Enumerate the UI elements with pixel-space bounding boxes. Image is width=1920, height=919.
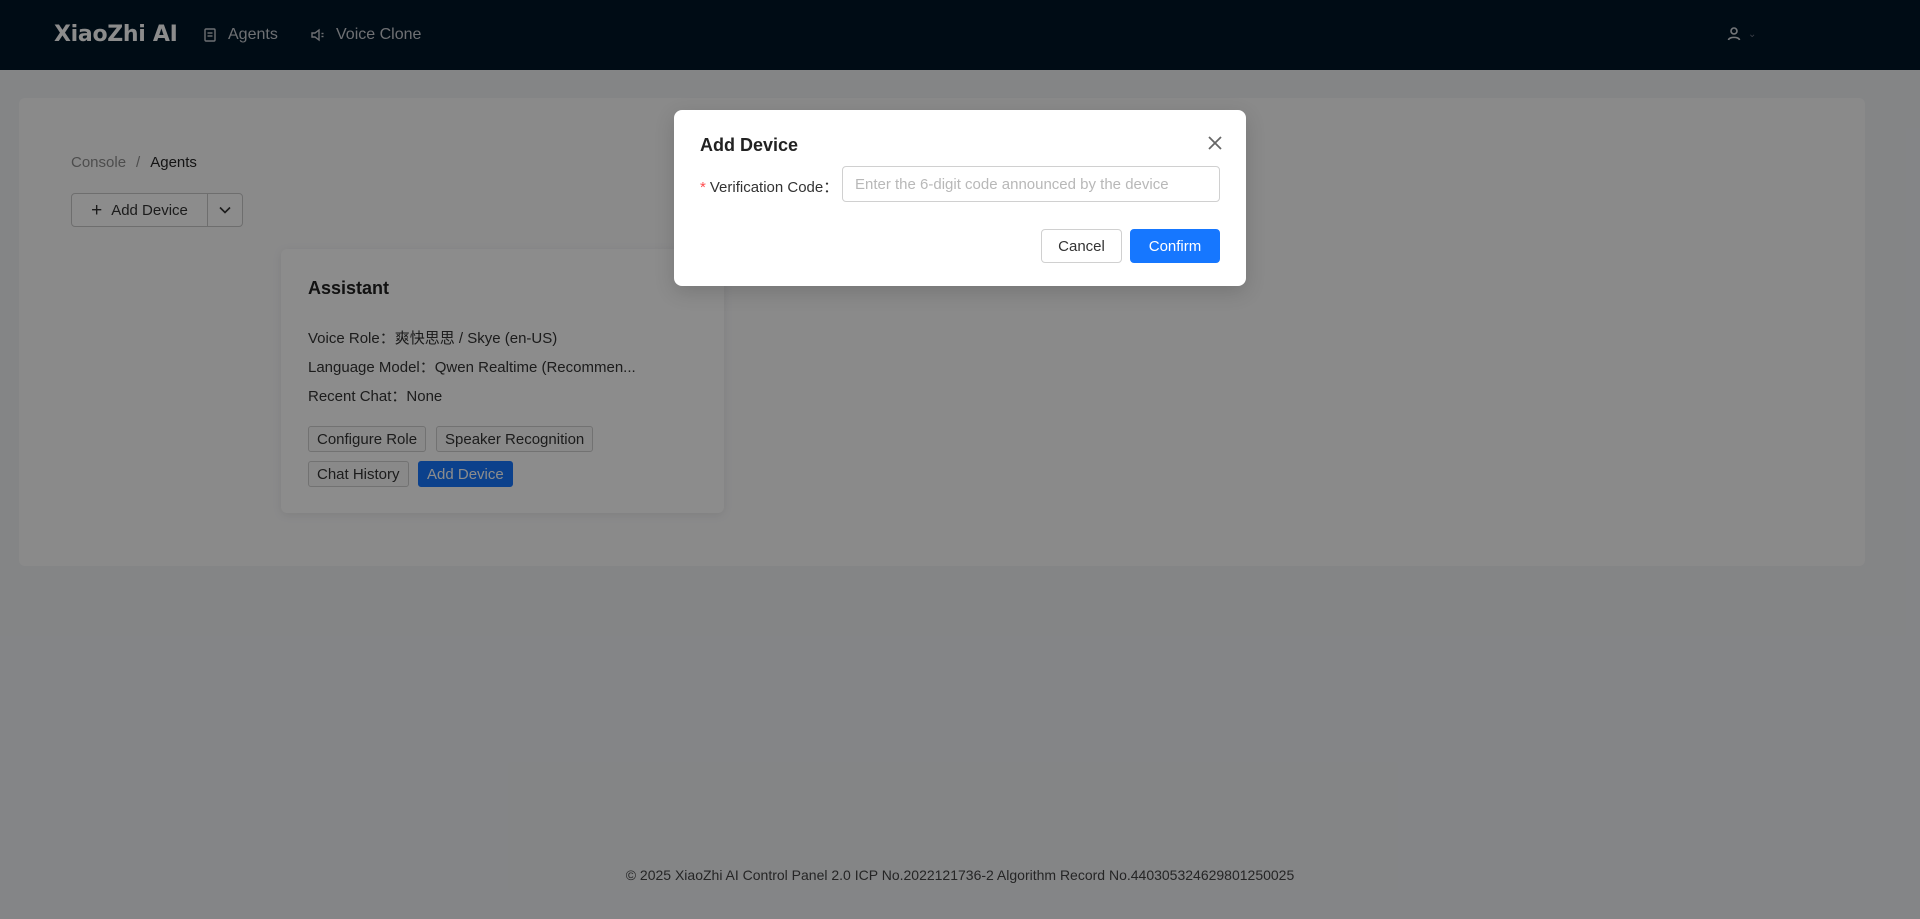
close-icon bbox=[1208, 136, 1222, 150]
verification-code-input[interactable] bbox=[842, 166, 1220, 202]
required-mark: * bbox=[700, 179, 706, 196]
add-device-dialog: Add Device *Verification Code： Cancel Co… bbox=[674, 110, 1246, 286]
cancel-button[interactable]: Cancel bbox=[1041, 229, 1122, 263]
confirm-button[interactable]: Confirm bbox=[1130, 229, 1220, 263]
dialog-title: Add Device bbox=[700, 135, 799, 155]
close-button[interactable] bbox=[1203, 131, 1227, 155]
verification-code-label: * Verification Code： bbox=[700, 176, 838, 197]
verification-code-label-text: Verification Code： bbox=[709, 179, 839, 196]
